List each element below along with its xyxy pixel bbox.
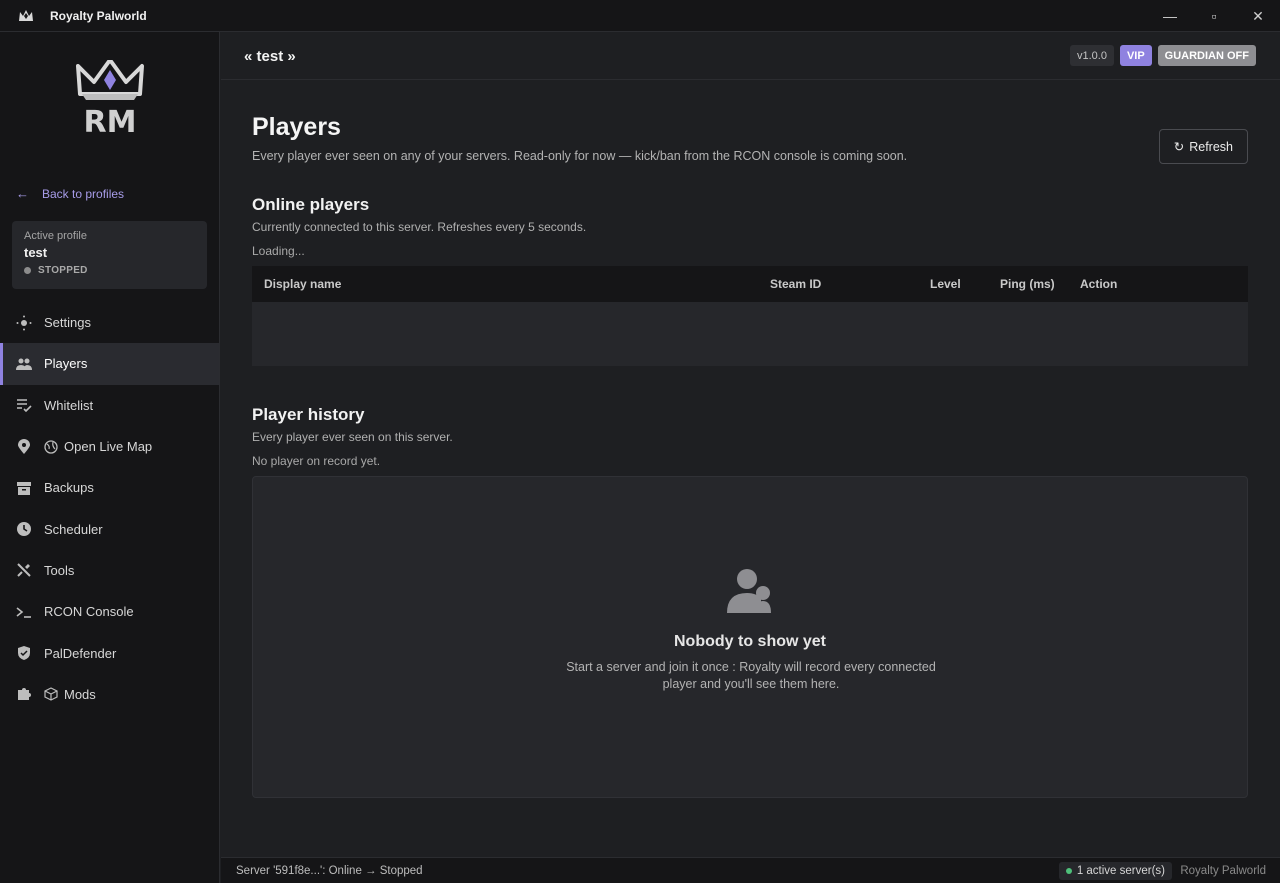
status-dot-icon	[24, 267, 31, 274]
status-message: Server '591f8e...': Online → Stopped	[236, 865, 423, 877]
version-badge: v1.0.0	[1069, 45, 1114, 66]
terminal-icon	[16, 604, 32, 620]
refresh-button[interactable]: ↻ Refresh	[1158, 129, 1248, 164]
header-bar: « test » v1.0.0 VIP GUARDIAN OFF	[221, 32, 1280, 80]
refresh-label: Refresh	[1189, 139, 1233, 154]
players-icon	[16, 356, 32, 372]
svg-text:RM: RM	[84, 105, 137, 136]
user-empty-icon	[725, 567, 777, 615]
sidebar-item-label: Tools	[44, 562, 75, 578]
sidebar-item-label: Players	[44, 356, 88, 372]
empty-state: Nobody to show yet Start a server and jo…	[252, 476, 1248, 798]
sidebar-item-mods[interactable]: Mods	[0, 674, 219, 715]
window-title: Royalty Palworld	[50, 8, 147, 23]
player-history-title: Player history	[252, 405, 365, 424]
page-title: Players	[252, 113, 341, 141]
status-bar: Server '591f8e...': Online → Stopped 1 a…	[221, 857, 1280, 883]
close-button[interactable]: ✕	[1236, 0, 1280, 32]
sidebar-item-settings[interactable]: Settings	[0, 302, 219, 343]
sidebar-item-open-live-map[interactable]: Open Live Map	[0, 426, 219, 467]
clock-icon	[16, 521, 32, 537]
minimize-button[interactable]: —	[1148, 0, 1192, 32]
sidebar-item-label: Whitelist	[44, 397, 94, 413]
app-logo-icon	[17, 7, 35, 25]
title-bar: Royalty Palworld — ▫ ✕	[0, 0, 1280, 32]
online-players-table: Display name Steam ID Level Ping (ms) Ac…	[252, 266, 1248, 366]
column-action: Action	[1080, 277, 1118, 291]
column-display-name[interactable]: Display name	[264, 277, 341, 291]
sidebar-item-label: RCON Console	[44, 604, 134, 620]
sidebar-item-paldefender[interactable]: PalDefender	[0, 632, 219, 673]
table-body	[252, 302, 1248, 366]
online-players-title: Online players	[252, 195, 370, 214]
empty-state-text: Start a server and join it once : Royalt…	[566, 660, 936, 691]
sidebar-item-tools[interactable]: Tools	[0, 550, 219, 591]
map-pin-icon	[16, 438, 32, 455]
profile-status-text: STOPPED	[38, 265, 88, 276]
no-record-text: No player on record yet.	[252, 454, 381, 468]
shield-icon	[16, 645, 32, 661]
sidebar-item-label: Backups	[44, 480, 94, 496]
column-level[interactable]: Level	[930, 277, 961, 291]
status-brand: Royalty Palworld	[1180, 865, 1266, 877]
player-history-subtitle: Every player ever seen on this server.	[252, 430, 453, 444]
online-players-subtitle: Currently connected to this server. Refr…	[252, 220, 587, 234]
archive-icon	[16, 480, 32, 496]
tools-icon	[16, 562, 32, 578]
sidebar-item-rcon-console[interactable]: RCON Console	[0, 591, 219, 632]
profile-title: « test »	[244, 48, 296, 65]
sidebar: RM ← Back to profiles Active profile tes…	[0, 32, 220, 883]
sidebar-item-label: Mods	[64, 686, 96, 702]
sidebar-item-label: Open Live Map	[64, 439, 153, 455]
settings-icon	[16, 315, 32, 331]
loading-text: Loading...	[252, 244, 305, 258]
active-profile-name: test	[24, 245, 48, 260]
table-header: Display name Steam ID Level Ping (ms) Ac…	[252, 266, 1248, 302]
active-profile-label: Active profile	[24, 230, 87, 242]
sidebar-item-players[interactable]: Players	[0, 343, 219, 385]
online-dot-icon	[1065, 868, 1072, 874]
globe-icon	[44, 439, 58, 454]
sidebar-item-scheduler[interactable]: Scheduler	[0, 508, 219, 549]
back-to-profiles-link[interactable]: ← Back to profiles	[16, 186, 124, 201]
brand-logo: RM	[74, 58, 146, 140]
vip-badge: VIP	[1119, 45, 1152, 66]
sidebar-nav: Settings Players Whitelist Open Live Map	[0, 302, 219, 715]
page-subtitle: Every player ever seen on any of your se…	[252, 149, 908, 163]
sidebar-item-label: PalDefender	[44, 645, 117, 661]
sidebar-item-whitelist[interactable]: Whitelist	[0, 385, 219, 426]
sidebar-item-backups[interactable]: Backups	[0, 467, 219, 508]
whitelist-icon	[16, 397, 32, 413]
column-ping[interactable]: Ping (ms)	[1000, 277, 1055, 291]
puzzle-icon	[16, 686, 32, 702]
profile-status: STOPPED	[24, 265, 195, 276]
active-profile-card: Active profile test STOPPED	[12, 221, 207, 289]
refresh-icon: ↻	[1173, 140, 1185, 154]
active-servers-text: 1 active server(s)	[1076, 865, 1165, 877]
active-servers-badge[interactable]: 1 active server(s)	[1058, 862, 1172, 880]
column-steam-id[interactable]: Steam ID	[770, 277, 821, 291]
maximize-button[interactable]: ▫	[1192, 0, 1236, 32]
back-to-profiles-label: Back to profiles	[42, 186, 125, 201]
guardian-badge[interactable]: GUARDIAN OFF	[1157, 45, 1256, 66]
sidebar-item-label: Settings	[44, 315, 91, 331]
empty-state-title: Nobody to show yet	[674, 633, 826, 650]
cube-icon	[44, 687, 58, 701]
arrow-left-icon: ←	[16, 186, 29, 201]
sidebar-item-label: Scheduler	[44, 521, 103, 537]
